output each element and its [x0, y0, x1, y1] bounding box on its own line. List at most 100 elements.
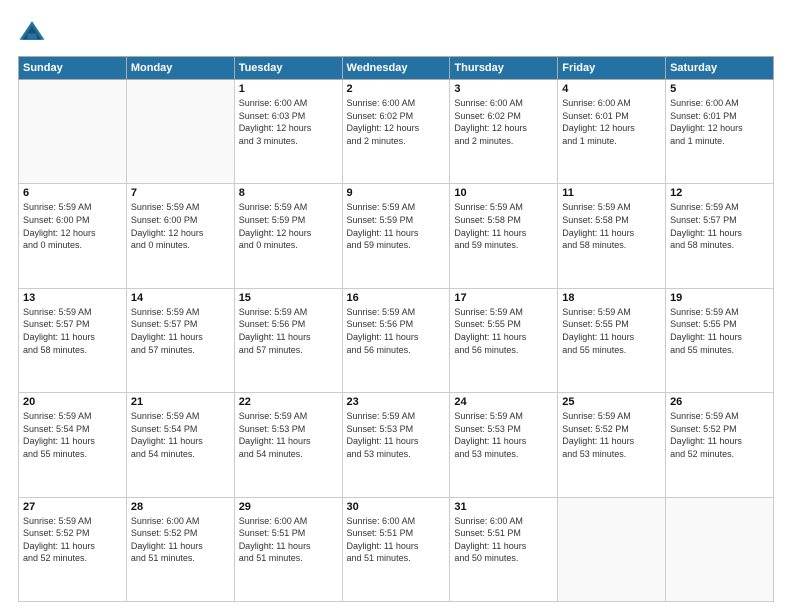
calendar-cell: 10Sunrise: 5:59 AMSunset: 5:58 PMDayligh… — [450, 184, 558, 288]
day-number: 14 — [131, 292, 230, 304]
calendar-cell: 17 Sunrise: 5:59 AMSunset: 5:55 PMDayligh… — [450, 288, 558, 392]
day-number: 13 — [23, 292, 122, 304]
day-number: 24 — [454, 396, 553, 408]
calendar-cell: 4Sunrise: 6:00 AMSunset: 6:01 PMDaylight… — [558, 80, 666, 184]
day-info: Sunrise: 5:59 AMSunset: 5:52 PMDaylight:… — [23, 515, 122, 565]
day-number: 15 — [239, 292, 338, 304]
day-info: Sunrise: 5:59 AMSunset: 5:55 PMDaylight:… — [454, 306, 553, 356]
weekday-header-wednesday: Wednesday — [342, 57, 450, 80]
day-number: 17 — [454, 292, 553, 304]
day-number: 10 — [454, 187, 553, 199]
calendar-cell — [666, 497, 774, 601]
calendar-cell: 26 Sunrise: 5:59 AMSunset: 5:52 PMDayligh… — [666, 393, 774, 497]
day-info: Sunrise: 6:00 AMSunset: 6:03 PMDaylight:… — [239, 97, 338, 147]
day-number: 28 — [131, 501, 230, 513]
day-number: 22 — [239, 396, 338, 408]
weekday-header-sunday: Sunday — [19, 57, 127, 80]
weekday-header-monday: Monday — [126, 57, 234, 80]
calendar-week-3: 13 Sunrise: 5:59 AMSunset: 5:57 PMDayligh… — [19, 288, 774, 392]
day-number: 5 — [670, 83, 769, 95]
day-info: Sunrise: 5:59 AMSunset: 5:57 PMDaylight:… — [670, 201, 769, 251]
day-number: 27 — [23, 501, 122, 513]
day-number: 9 — [347, 187, 446, 199]
calendar-cell — [558, 497, 666, 601]
day-number: 6 — [23, 187, 122, 199]
calendar-cell: 22 Sunrise: 5:59 AMSunset: 5:53 PMDayligh… — [234, 393, 342, 497]
day-info: Sunrise: 5:59 AMSunset: 5:52 PMDaylight:… — [670, 410, 769, 460]
weekday-header-tuesday: Tuesday — [234, 57, 342, 80]
weekday-header-thursday: Thursday — [450, 57, 558, 80]
day-info: Sunrise: 6:00 AMSunset: 6:02 PMDaylight:… — [454, 97, 553, 147]
page: SundayMondayTuesdayWednesdayThursdayFrid… — [0, 0, 792, 612]
day-info: Sunrise: 6:00 AMSunset: 6:01 PMDaylight:… — [670, 97, 769, 147]
day-number: 2 — [347, 83, 446, 95]
calendar-cell: 21 Sunrise: 5:59 AMSunset: 5:54 PMDayligh… — [126, 393, 234, 497]
day-number: 23 — [347, 396, 446, 408]
day-number: 29 — [239, 501, 338, 513]
day-number: 20 — [23, 396, 122, 408]
calendar-cell: 6 Sunrise: 5:59 AMSunset: 6:00 PMDaylight… — [19, 184, 127, 288]
day-info: Sunrise: 6:00 AMSunset: 5:51 PMDaylight:… — [454, 515, 553, 565]
day-number: 8 — [239, 187, 338, 199]
day-info: Sunrise: 5:59 AMSunset: 5:53 PMDaylight:… — [454, 410, 553, 460]
calendar-cell: 20 Sunrise: 5:59 AMSunset: 5:54 PMDayligh… — [19, 393, 127, 497]
day-info: Sunrise: 5:59 AMSunset: 5:55 PMDaylight:… — [562, 306, 661, 356]
calendar-cell: 24 Sunrise: 5:59 AMSunset: 5:53 PMDayligh… — [450, 393, 558, 497]
day-info: Sunrise: 6:00 AMSunset: 6:01 PMDaylight:… — [562, 97, 661, 147]
calendar-cell: 3 Sunrise: 6:00 AMSunset: 6:02 PMDaylight… — [450, 80, 558, 184]
calendar-cell: 14Sunrise: 5:59 AMSunset: 5:57 PMDayligh… — [126, 288, 234, 392]
day-number: 21 — [131, 396, 230, 408]
day-info: Sunrise: 6:00 AMSunset: 5:52 PMDaylight:… — [131, 515, 230, 565]
day-info: Sunrise: 5:59 AMSunset: 5:54 PMDaylight:… — [23, 410, 122, 460]
weekday-header-saturday: Saturday — [666, 57, 774, 80]
day-number: 7 — [131, 187, 230, 199]
calendar-cell: 9 Sunrise: 5:59 AMSunset: 5:59 PMDaylight… — [342, 184, 450, 288]
day-number: 31 — [454, 501, 553, 513]
day-info: Sunrise: 5:59 AMSunset: 5:57 PMDaylight:… — [23, 306, 122, 356]
day-info: Sunrise: 5:59 AMSunset: 5:54 PMDaylight:… — [131, 410, 230, 460]
day-number: 12 — [670, 187, 769, 199]
calendar-week-1: 1 Sunrise: 6:00 AMSunset: 6:03 PMDaylight… — [19, 80, 774, 184]
calendar-cell: 25Sunrise: 5:59 AMSunset: 5:52 PMDayligh… — [558, 393, 666, 497]
weekday-header-row: SundayMondayTuesdayWednesdayThursdayFrid… — [19, 57, 774, 80]
day-number: 3 — [454, 83, 553, 95]
day-number: 30 — [347, 501, 446, 513]
calendar-cell: 13 Sunrise: 5:59 AMSunset: 5:57 PMDayligh… — [19, 288, 127, 392]
day-info: Sunrise: 5:59 AMSunset: 5:56 PMDaylight:… — [239, 306, 338, 356]
day-info: Sunrise: 5:59 AMSunset: 5:53 PMDaylight:… — [347, 410, 446, 460]
calendar-cell: 31 Sunrise: 6:00 AMSunset: 5:51 PMDayligh… — [450, 497, 558, 601]
calendar-cell: 1 Sunrise: 6:00 AMSunset: 6:03 PMDaylight… — [234, 80, 342, 184]
calendar-cell: 12 Sunrise: 5:59 AMSunset: 5:57 PMDayligh… — [666, 184, 774, 288]
day-info: Sunrise: 5:59 AMSunset: 5:56 PMDaylight:… — [347, 306, 446, 356]
calendar-cell: 29 Sunrise: 6:00 AMSunset: 5:51 PMDayligh… — [234, 497, 342, 601]
calendar-cell: 8Sunrise: 5:59 AMSunset: 5:59 PMDaylight… — [234, 184, 342, 288]
day-number: 1 — [239, 83, 338, 95]
calendar-week-2: 6 Sunrise: 5:59 AMSunset: 6:00 PMDaylight… — [19, 184, 774, 288]
logo-icon — [18, 18, 46, 46]
day-number: 18 — [562, 292, 661, 304]
calendar-cell — [126, 80, 234, 184]
calendar-cell: 2Sunrise: 6:00 AMSunset: 6:02 PMDaylight… — [342, 80, 450, 184]
calendar-cell: 28 Sunrise: 6:00 AMSunset: 5:52 PMDayligh… — [126, 497, 234, 601]
calendar-cell: 19Sunrise: 5:59 AMSunset: 5:55 PMDayligh… — [666, 288, 774, 392]
day-info: Sunrise: 5:59 AMSunset: 5:58 PMDaylight:… — [562, 201, 661, 251]
calendar-week-5: 27 Sunrise: 5:59 AMSunset: 5:52 PMDayligh… — [19, 497, 774, 601]
day-info: Sunrise: 5:59 AMSunset: 6:00 PMDaylight:… — [23, 201, 122, 251]
day-number: 11 — [562, 187, 661, 199]
day-info: Sunrise: 6:00 AMSunset: 5:51 PMDaylight:… — [347, 515, 446, 565]
header — [18, 18, 774, 46]
calendar-cell: 15 Sunrise: 5:59 AMSunset: 5:56 PMDayligh… — [234, 288, 342, 392]
day-info: Sunrise: 6:00 AMSunset: 5:51 PMDaylight:… — [239, 515, 338, 565]
calendar-cell: 18 Sunrise: 5:59 AMSunset: 5:55 PMDayligh… — [558, 288, 666, 392]
calendar-cell: 7 Sunrise: 5:59 AMSunset: 6:00 PMDaylight… — [126, 184, 234, 288]
day-info: Sunrise: 5:59 AMSunset: 5:59 PMDaylight:… — [347, 201, 446, 251]
calendar-cell: 16Sunrise: 5:59 AMSunset: 5:56 PMDayligh… — [342, 288, 450, 392]
day-number: 26 — [670, 396, 769, 408]
calendar-cell: 23 Sunrise: 5:59 AMSunset: 5:53 PMDayligh… — [342, 393, 450, 497]
weekday-header-friday: Friday — [558, 57, 666, 80]
calendar-cell — [19, 80, 127, 184]
day-info: Sunrise: 5:59 AMSunset: 5:55 PMDaylight:… — [670, 306, 769, 356]
day-info: Sunrise: 5:59 AMSunset: 6:00 PMDaylight:… — [131, 201, 230, 251]
day-info: Sunrise: 5:59 AMSunset: 5:53 PMDaylight:… — [239, 410, 338, 460]
day-info: Sunrise: 5:59 AMSunset: 5:52 PMDaylight:… — [562, 410, 661, 460]
